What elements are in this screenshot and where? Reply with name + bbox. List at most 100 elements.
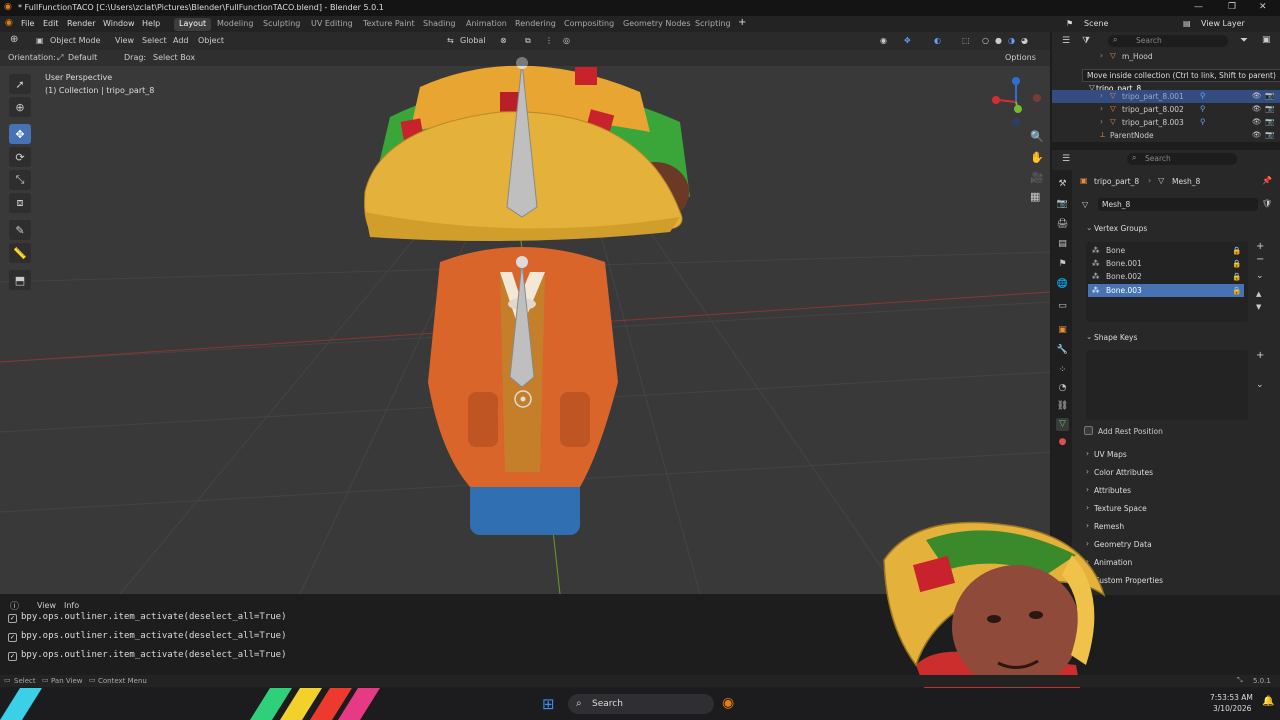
select-tool-button[interactable]: ➚: [9, 74, 31, 94]
output-tab-icon[interactable]: 🖨: [1056, 218, 1069, 231]
outliner-filter-funnel-icon[interactable]: ⏷: [1240, 35, 1248, 46]
attributes-section[interactable]: › Attributes: [1082, 484, 1272, 500]
render-camera-icon[interactable]: 📷: [1265, 130, 1274, 139]
viewport-menu-view[interactable]: View: [115, 36, 134, 45]
filter-icon[interactable]: ⧩: [1082, 36, 1090, 46]
xray-icon[interactable]: ⬚: [962, 36, 970, 45]
taskbar-search[interactable]: ⌕ Search: [568, 694, 714, 714]
vertex-group-item[interactable]: Bone ⁂ 🔒: [1088, 244, 1244, 257]
3d-viewport[interactable]: ⊕ ▣ Object Mode View Select Add Object ⇆…: [0, 32, 1050, 594]
close-button[interactable]: ✕: [1259, 2, 1267, 12]
lock-icon[interactable]: 🔒: [1232, 270, 1241, 283]
outliner-row-hood[interactable]: › ▽ m_Hood: [1052, 50, 1280, 63]
info-log-line[interactable]: ✓ bpy.ops.outliner.item_activate(deselect…: [8, 631, 287, 642]
physics-tab-icon[interactable]: ◔: [1056, 382, 1069, 395]
snap-target-icon[interactable]: ⋮: [545, 36, 553, 45]
vertex-groups-header[interactable]: ⌄ Vertex Groups: [1082, 222, 1272, 238]
lock-icon[interactable]: 🔒: [1232, 257, 1241, 270]
rendered-shading-icon[interactable]: ◕: [1021, 36, 1028, 45]
outliner-row-tripo-part-8-001[interactable]: › ▽ tripo_part_8.001 ⚲ 👁 📷: [1052, 90, 1280, 103]
blender-taskbar-icon[interactable]: ◉: [722, 695, 734, 711]
mesh-data-tab-icon[interactable]: ▽: [1056, 418, 1069, 431]
tab-rendering[interactable]: Rendering: [510, 18, 561, 31]
mesh-name-field[interactable]: Mesh_8: [1098, 198, 1258, 211]
move-tool-button[interactable]: ✥: [9, 124, 31, 144]
color-attributes-section[interactable]: › Color Attributes: [1082, 466, 1272, 482]
taskbar-date[interactable]: 3/10/2026: [1213, 704, 1251, 713]
breadcrumb-mesh[interactable]: Mesh_8: [1172, 177, 1200, 186]
expand-arrow-icon[interactable]: ›: [1100, 117, 1103, 126]
outliner-row-parentnode[interactable]: ⟂ ParentNode 👁 📷: [1052, 129, 1280, 142]
shape-key-menu-icon[interactable]: ⌄: [1256, 380, 1264, 390]
tab-compositing[interactable]: Compositing: [559, 18, 619, 31]
menu-window[interactable]: Window: [103, 19, 135, 28]
minimize-button[interactable]: —: [1194, 2, 1203, 12]
tab-shading[interactable]: Shading: [418, 18, 461, 31]
overlays-icon[interactable]: ◐: [934, 36, 941, 45]
properties-search-field[interactable]: ⌕ Search: [1127, 153, 1237, 165]
shape-key-list[interactable]: [1086, 350, 1248, 420]
pin-icon[interactable]: 📌: [1262, 176, 1272, 185]
gizmo-neg-x-ball[interactable]: [1033, 94, 1041, 102]
outliner-search-field[interactable]: ⌕ Search: [1108, 35, 1228, 47]
menu-render[interactable]: Render: [67, 19, 95, 28]
tab-animation[interactable]: Animation: [461, 18, 512, 31]
measure-tool-button[interactable]: 📏: [9, 243, 31, 263]
visibility-eye-icon[interactable]: 👁: [1252, 91, 1262, 100]
info-menu-view[interactable]: View: [37, 601, 56, 610]
visibility-eye-icon[interactable]: 👁: [1252, 104, 1262, 113]
solid-shading-icon[interactable]: ●: [995, 36, 1002, 45]
add-shape-key-button[interactable]: +: [1256, 350, 1264, 361]
rotate-tool-button[interactable]: ⟳: [9, 147, 31, 167]
add-workspace-button[interactable]: +: [738, 17, 746, 28]
tab-uv-editing[interactable]: UV Editing: [306, 18, 358, 31]
tab-scripting[interactable]: Scripting: [690, 18, 736, 31]
taskbar-time[interactable]: 7:53:53 AM: [1210, 693, 1253, 702]
cursor-tool-button[interactable]: ⊕: [9, 97, 31, 117]
object-mode-dropdown[interactable]: Object Mode: [50, 36, 100, 45]
gizmo-z-ball[interactable]: [1012, 77, 1020, 85]
modifier-tab-icon[interactable]: 🔧: [1056, 344, 1069, 357]
viewport-menu-object[interactable]: Object: [198, 36, 224, 45]
material-shading-icon[interactable]: ◑: [1008, 36, 1015, 45]
uv-maps-section[interactable]: › UV Maps: [1082, 448, 1272, 464]
render-tab-icon[interactable]: 📷: [1056, 198, 1069, 211]
move-up-icon[interactable]: ▲: [1256, 290, 1261, 298]
gizmo-neg-z-ball[interactable]: [1012, 118, 1020, 126]
constraints-tab-icon[interactable]: ⛓: [1056, 400, 1069, 413]
tool-tab-icon[interactable]: ⚒: [1056, 178, 1069, 191]
menu-file[interactable]: File: [21, 19, 34, 28]
view-layer-selector[interactable]: View Layer: [1201, 19, 1245, 28]
orientation-dropdown[interactable]: Default: [68, 53, 97, 62]
ortho-grid-icon[interactable]: ▦: [1030, 190, 1040, 203]
move-down-icon[interactable]: ▼: [1256, 303, 1261, 311]
visibility-icon[interactable]: ◉: [880, 36, 887, 45]
expand-arrow-icon[interactable]: ›: [1100, 51, 1103, 60]
fake-user-shield-icon[interactable]: 🛡: [1262, 199, 1272, 208]
info-editor-icon[interactable]: ⓘ: [10, 599, 19, 612]
visibility-eye-icon[interactable]: 👁: [1252, 130, 1262, 139]
tab-layout[interactable]: Layout: [174, 18, 212, 31]
lock-icon[interactable]: 🔒: [1232, 284, 1241, 297]
vertex-group-item[interactable]: Bone.002 ⁂ 🔒: [1088, 270, 1244, 283]
new-collection-icon[interactable]: ▣: [1262, 35, 1271, 45]
properties-editor-icon[interactable]: ☰: [1062, 154, 1070, 164]
add-cube-tool-button[interactable]: ⬒: [9, 270, 31, 290]
render-camera-icon[interactable]: 📷: [1265, 91, 1274, 100]
vertex-group-item[interactable]: Bone.001 ⁂ 🔒: [1088, 257, 1244, 270]
tab-geometry-nodes[interactable]: Geometry Nodes: [618, 18, 695, 31]
pan-hand-icon[interactable]: ✋: [1030, 151, 1044, 164]
material-tab-icon[interactable]: ●: [1056, 436, 1069, 449]
gizmo-x-ball[interactable]: [992, 96, 1000, 104]
notification-bell-icon[interactable]: 🔔: [1262, 696, 1274, 707]
add-vertex-group-button[interactable]: +: [1256, 241, 1264, 252]
object-tab-icon[interactable]: ▣: [1056, 324, 1069, 337]
breadcrumb-object[interactable]: tripo_part_8: [1094, 177, 1139, 186]
camera-view-icon[interactable]: 🎥: [1030, 171, 1044, 184]
maximize-button[interactable]: ❐: [1228, 2, 1236, 12]
scene-tab-icon[interactable]: ⚑: [1056, 258, 1069, 271]
remove-vertex-group-button[interactable]: −: [1256, 254, 1264, 265]
wireframe-shading-icon[interactable]: ○: [982, 36, 989, 45]
scene-selector[interactable]: Scene: [1084, 19, 1108, 28]
outliner-editor-icon[interactable]: ☰: [1062, 36, 1070, 46]
